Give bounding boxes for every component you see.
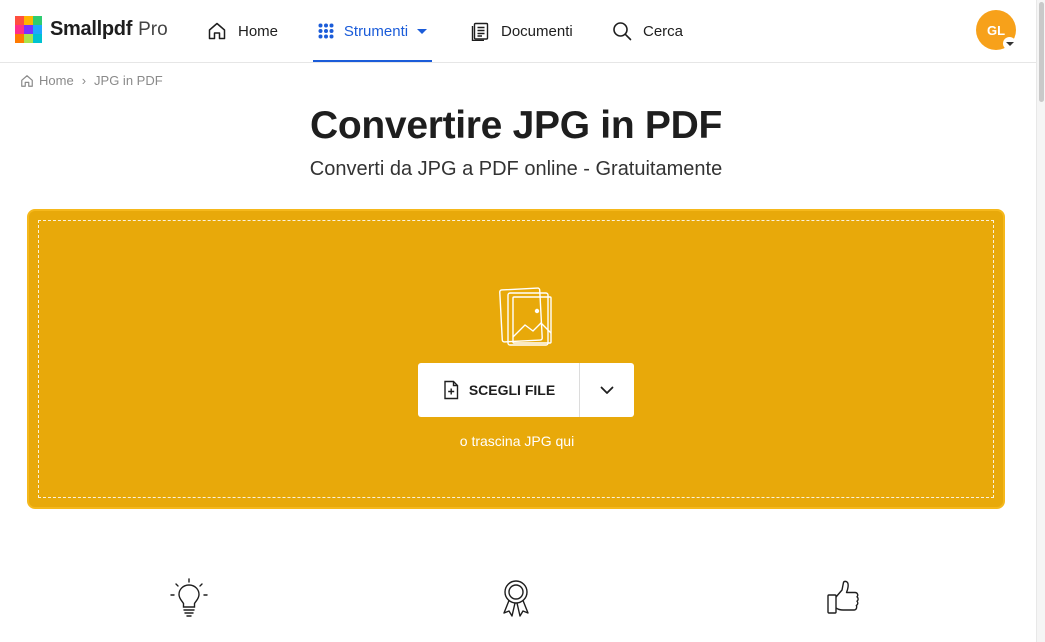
nav-home[interactable]: Home xyxy=(207,0,278,62)
dropzone-dashed-area: SCEGLI FILE o trascina JPG qui xyxy=(38,220,994,498)
breadcrumb-home-link[interactable]: Home xyxy=(39,73,74,88)
search-icon xyxy=(613,22,632,41)
nav-tools-label: Strumenti xyxy=(343,22,409,40)
choose-file-label: SCEGLI FILE xyxy=(468,382,556,398)
nav-tools[interactable]: Strumenti xyxy=(313,0,432,62)
home-icon xyxy=(208,22,226,40)
choose-file-group: SCEGLI FILE xyxy=(418,363,634,417)
logo-mark-icon xyxy=(15,16,42,43)
choose-source-dropdown[interactable] xyxy=(580,363,634,417)
document-icon xyxy=(471,22,489,41)
add-file-icon xyxy=(444,380,459,400)
logo-square xyxy=(24,34,33,43)
user-initials: GL xyxy=(986,22,1006,38)
nav-search[interactable]: Cerca xyxy=(612,0,683,62)
scrollbar-thumb[interactable] xyxy=(1039,2,1044,102)
choose-file-button[interactable]: SCEGLI FILE xyxy=(418,363,580,417)
logo-square xyxy=(24,16,33,25)
logo-square xyxy=(24,25,33,34)
brand-name: Smallpdf xyxy=(50,18,133,40)
breadcrumb: Home › JPG in PDF xyxy=(20,73,163,88)
drop-hint-text: o trascina JPG qui xyxy=(459,433,575,449)
award-ribbon-icon xyxy=(503,580,529,617)
thumbs-up-icon xyxy=(827,580,859,614)
nav-search-label: Cerca xyxy=(643,22,684,40)
file-dropzone[interactable]: SCEGLI FILE o trascina JPG qui xyxy=(27,209,1005,509)
top-header: Smallpdf Pro Home Strumenti Documenti Ce… xyxy=(0,0,1036,63)
logo-square xyxy=(33,34,42,43)
nav-home-label: Home xyxy=(238,22,279,40)
nav-documents[interactable]: Documenti xyxy=(470,0,573,62)
breadcrumb-current[interactable]: JPG in PDF xyxy=(94,73,163,88)
account-menu-caret-icon[interactable] xyxy=(1003,37,1016,50)
nav-documents-label: Documenti xyxy=(501,22,573,40)
grid-icon xyxy=(318,23,334,39)
images-stack-icon xyxy=(499,287,552,346)
page-scrollbar[interactable] xyxy=(1036,0,1045,642)
page-subtitle: Converti da JPG a PDF online - Gratuitam… xyxy=(309,158,723,180)
chevron-down-icon xyxy=(600,386,614,394)
chevron-down-icon xyxy=(417,28,428,34)
logo-square xyxy=(33,25,42,34)
smallpdf-logo[interactable]: Smallpdf Pro xyxy=(15,16,168,43)
logo-square xyxy=(15,34,24,43)
plan-label: Pro xyxy=(138,18,168,40)
page-title: Convertire JPG in PDF xyxy=(310,104,722,147)
home-icon xyxy=(21,74,33,87)
breadcrumb-separator: › xyxy=(81,73,87,88)
active-tab-indicator xyxy=(313,60,432,62)
logo-square xyxy=(33,16,42,25)
lightbulb-icon xyxy=(170,578,208,617)
logo-square xyxy=(15,16,24,25)
logo-square xyxy=(15,25,24,34)
